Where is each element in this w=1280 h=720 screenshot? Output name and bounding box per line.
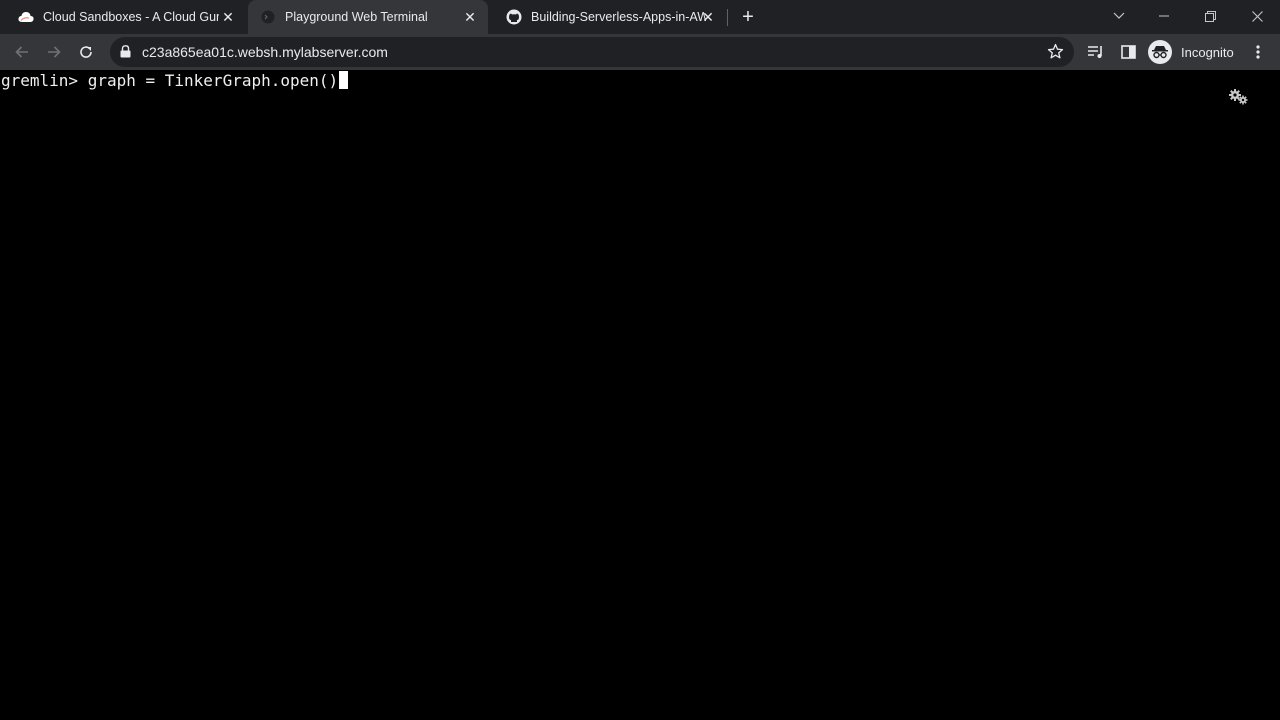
profile-label: Incognito <box>1181 44 1234 60</box>
forward-arrow-icon[interactable] <box>42 40 66 64</box>
incognito-icon <box>1148 40 1172 64</box>
bookmark-star-icon[interactable] <box>1047 43 1064 65</box>
reading-list-icon[interactable] <box>1084 40 1108 64</box>
tab-strip: Cloud Sandboxes - A Cloud Guru ✕ Playgro… <box>0 0 1280 34</box>
restore-icon[interactable] <box>1187 0 1233 32</box>
close-window-icon[interactable] <box>1234 0 1280 32</box>
tab-title: Building-Serverless-Apps-in-AWS <box>531 10 706 24</box>
side-panel-icon[interactable] <box>1116 40 1140 64</box>
minimize-icon[interactable] <box>1141 0 1187 32</box>
kebab-menu-icon[interactable] <box>1248 40 1268 64</box>
terminal-prompt: gremlin> <box>1 71 79 90</box>
settings-gears-icon[interactable] <box>1228 88 1250 106</box>
url-text: c23a865ea01c.websh.mylabserver.com <box>142 44 388 60</box>
terminal-cursor <box>339 71 349 89</box>
terminal-command: graph = TinkerGraph.open() <box>87 71 339 90</box>
profile-incognito-button[interactable]: Incognito <box>1146 37 1234 67</box>
close-tab-icon[interactable]: ✕ <box>220 9 236 25</box>
back-arrow-icon[interactable] <box>10 40 34 64</box>
tab-separator <box>727 9 728 26</box>
close-tab-icon[interactable]: ✕ <box>700 9 716 25</box>
tab-cloud-sandboxes[interactable]: Cloud Sandboxes - A Cloud Guru ✕ <box>0 0 246 34</box>
reload-icon[interactable] <box>74 40 98 64</box>
terminal-icon <box>260 9 276 25</box>
cloud-icon <box>18 9 34 25</box>
tab-playground-terminal[interactable]: Playground Web Terminal ✕ <box>248 0 488 34</box>
lock-icon[interactable] <box>120 45 131 63</box>
browser-toolbar: c23a865ea01c.websh.mylabserver.com Incog… <box>0 34 1280 70</box>
tab-building-serverless[interactable]: Building-Serverless-Apps-in-AWS ✕ <box>488 0 726 34</box>
tab-search-chevron-icon[interactable] <box>1096 0 1142 32</box>
terminal-area[interactable]: gremlin> graph = TinkerGraph.open() <box>0 70 1280 720</box>
github-icon <box>506 9 522 25</box>
address-bar[interactable]: c23a865ea01c.websh.mylabserver.com <box>110 37 1074 67</box>
terminal-input-line: gremlin> graph = TinkerGraph.open() <box>1 71 349 91</box>
tab-title: Playground Web Terminal <box>285 10 428 24</box>
new-tab-button[interactable]: + <box>738 7 758 27</box>
tab-title: Cloud Sandboxes - A Cloud Guru <box>43 10 219 24</box>
close-tab-icon[interactable]: ✕ <box>462 9 478 25</box>
